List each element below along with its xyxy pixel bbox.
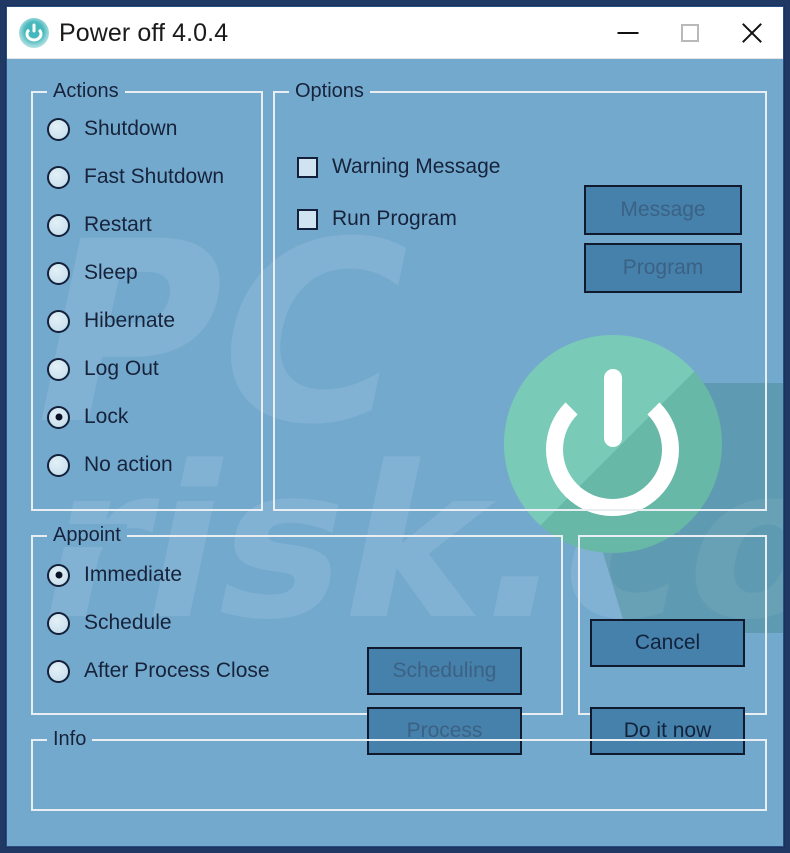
radio-restart[interactable]: Restart [47,213,152,237]
radio-indicator [47,117,70,141]
cancel-button[interactable]: Cancel [590,619,745,667]
radio-label: Immediate [84,563,183,586]
checkbox-indicator [297,156,318,178]
radio-indicator [47,611,70,635]
radio-indicator [47,563,70,587]
minimize-icon [617,31,639,34]
power-icon [19,18,49,48]
radio-indicator [47,453,70,477]
radio-label: Fast Shutdown [84,165,225,188]
scheduling-button[interactable]: Scheduling [367,647,522,695]
window-title: Power off 4.0.4 [59,19,229,47]
radio-log-out[interactable]: Log Out [47,357,159,381]
appoint-legend: Appoint [47,524,127,547]
minimize-button[interactable] [597,7,659,58]
radio-label: Lock [84,405,129,428]
radio-indicator [47,309,70,333]
checkbox-label: Run Program [332,207,457,230]
radio-label: Restart [84,213,152,236]
radio-after-process-close[interactable]: After Process Close [47,659,270,683]
radio-label: Log Out [84,357,159,380]
radio-shutdown[interactable]: Shutdown [47,117,177,141]
actions-legend: Actions [47,80,125,103]
radio-schedule[interactable]: Schedule [47,611,172,635]
radio-immediate[interactable]: Immediate [47,563,182,587]
radio-indicator [47,357,70,381]
window-body: PC risk.com Actions Shutdown Fast Shutdo… [7,59,783,846]
checkbox-label: Warning Message [332,155,501,178]
message-button[interactable]: Message [584,185,742,235]
radio-lock[interactable]: Lock [47,405,128,429]
checkbox-indicator [297,208,318,230]
options-legend: Options [289,80,370,103]
radio-label: Shutdown [84,117,178,140]
radio-label: Sleep [84,261,138,284]
radio-indicator [47,165,70,189]
radio-no-action[interactable]: No action [47,453,173,477]
checkbox-run-program[interactable]: Run Program [297,207,457,231]
radio-fast-shutdown[interactable]: Fast Shutdown [47,165,224,189]
close-button[interactable] [721,7,783,58]
app-window: Power off 4.0.4 PC risk.com Actions Shut… [6,6,784,847]
radio-indicator [47,261,70,285]
radio-label: No action [84,453,173,476]
actions-group: Actions Shutdown Fast Shutdown Restart S… [31,80,263,511]
title-bar: Power off 4.0.4 [7,7,783,59]
radio-label: Schedule [84,611,172,634]
info-group: Info [31,728,767,811]
maximize-icon [681,23,699,42]
radio-hibernate[interactable]: Hibernate [47,309,175,333]
maximize-button[interactable] [659,7,721,58]
info-legend: Info [47,728,93,751]
power-glyph [25,23,43,42]
radio-sleep[interactable]: Sleep [47,261,138,285]
radio-indicator [47,213,70,237]
checkbox-warning-message[interactable]: Warning Message [297,155,500,179]
radio-label: Hibernate [84,309,176,332]
options-group: Options Warning Message Run Program [273,80,767,511]
program-button[interactable]: Program [584,243,742,293]
radio-indicator [47,659,70,683]
radio-indicator [47,405,70,429]
radio-label: After Process Close [84,659,270,682]
